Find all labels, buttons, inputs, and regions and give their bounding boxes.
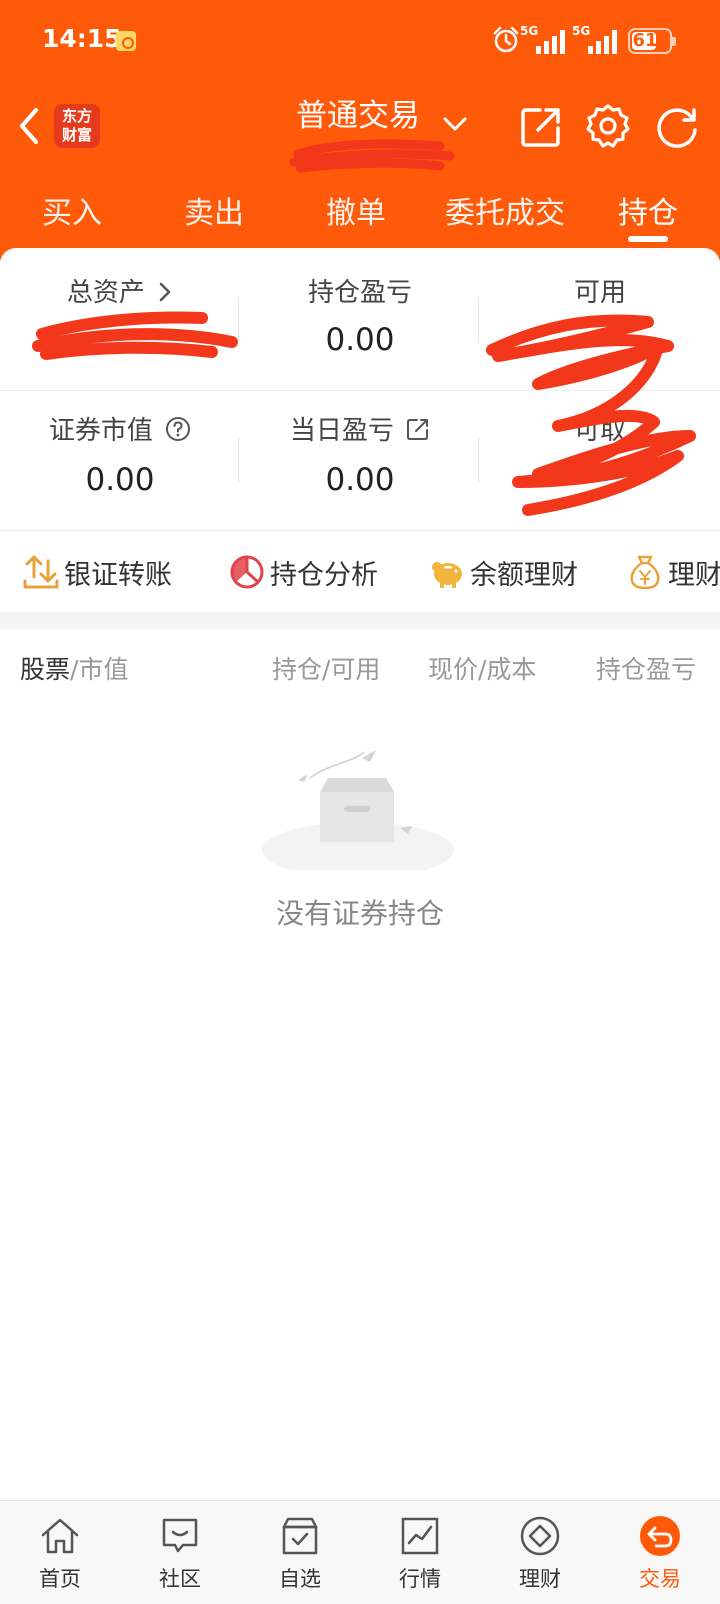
- account-redaction: [290, 139, 455, 173]
- bank-transfer-button[interactable]: 银证转账: [22, 550, 172, 594]
- app-logo: 东方 财富: [54, 104, 100, 148]
- divider: [238, 298, 239, 342]
- position-pnl-label: 持仓盈亏: [307, 278, 412, 308]
- refresh-icon[interactable]: [652, 102, 702, 152]
- alarm-icon: [493, 26, 519, 53]
- nav-trade[interactable]: 交易: [600, 1501, 720, 1604]
- transfer-icon: [23, 555, 59, 589]
- wealth-management-button[interactable]: 理财: [626, 550, 720, 594]
- trade-icon: [640, 1516, 680, 1556]
- community-icon: [162, 1518, 198, 1553]
- tab-orders-trades[interactable]: 委托成交: [430, 188, 580, 232]
- gear-icon[interactable]: [584, 102, 632, 150]
- wealth-icon: [520, 1516, 560, 1556]
- nav-wealth[interactable]: 理财: [480, 1501, 600, 1604]
- position-pnl-value: 0.00: [325, 322, 395, 358]
- column-price-cost[interactable]: 现价/成本: [428, 650, 536, 686]
- tab-sell[interactable]: 卖出: [172, 188, 256, 232]
- status-time: 14:15: [42, 24, 122, 53]
- daily-pnl-label: 当日盈亏: [240, 410, 480, 447]
- balance-redaction: [486, 314, 696, 516]
- watchlist-icon: [282, 1517, 318, 1555]
- section-gap: [0, 612, 720, 630]
- daily-pnl-value: 0.00: [325, 462, 395, 498]
- nav-market[interactable]: 行情: [360, 1501, 480, 1604]
- money-bag-icon: [630, 555, 660, 590]
- battery-icon: 61: [628, 28, 676, 54]
- balance-wealth-button[interactable]: 余额理财: [428, 550, 578, 594]
- chevron-right-icon: [159, 282, 171, 302]
- tab-buy[interactable]: 买入: [30, 188, 114, 232]
- securities-value-value: 0.00: [85, 462, 155, 498]
- divider: [238, 438, 239, 482]
- market-icon: [401, 1517, 439, 1555]
- page-title[interactable]: 普通交易: [296, 90, 420, 135]
- position-analysis-button[interactable]: 持仓分析: [228, 550, 378, 594]
- signal-icon-2: 5G: [570, 24, 618, 54]
- total-assets-link[interactable]: 总资产: [0, 272, 240, 309]
- empty-state-text: 没有证券持仓: [275, 897, 444, 930]
- help-icon[interactable]: [165, 416, 191, 442]
- share-icon[interactable]: [518, 104, 564, 150]
- column-stock-market-value[interactable]: 股票/市值: [20, 650, 128, 686]
- signal-icon: 5G: [518, 24, 566, 54]
- active-tab-indicator: [628, 236, 668, 242]
- total-assets-redaction: [32, 311, 238, 360]
- external-link-icon[interactable]: [406, 417, 430, 441]
- empty-box-illustration: [262, 750, 454, 870]
- securities-value-label: 证券市值: [0, 410, 240, 447]
- app-header: 14:15 5G 5G 61 东方 财富 普通交易 买入 卖出 撤单 委托成交 …: [0, 0, 720, 260]
- tab-cancel-order[interactable]: 撤单: [314, 188, 398, 232]
- pie-chart-icon: [230, 555, 264, 589]
- column-position-pnl[interactable]: 持仓盈亏: [596, 650, 720, 686]
- notification-icon: [116, 31, 136, 51]
- nav-community[interactable]: 社区: [120, 1501, 240, 1604]
- row-divider: [0, 530, 720, 531]
- available-label: 可用: [573, 278, 626, 308]
- tab-positions[interactable]: 持仓: [606, 188, 690, 232]
- back-arrow-icon[interactable]: [14, 104, 44, 148]
- bottom-nav: 首页 社区 自选 行情 理财 交易: [0, 1500, 720, 1604]
- home-icon: [41, 1518, 79, 1554]
- column-holding-available[interactable]: 持仓/可用: [272, 650, 380, 686]
- nav-watchlist[interactable]: 自选: [240, 1501, 360, 1604]
- piggy-bank-icon: [432, 562, 462, 588]
- nav-home[interactable]: 首页: [0, 1501, 120, 1604]
